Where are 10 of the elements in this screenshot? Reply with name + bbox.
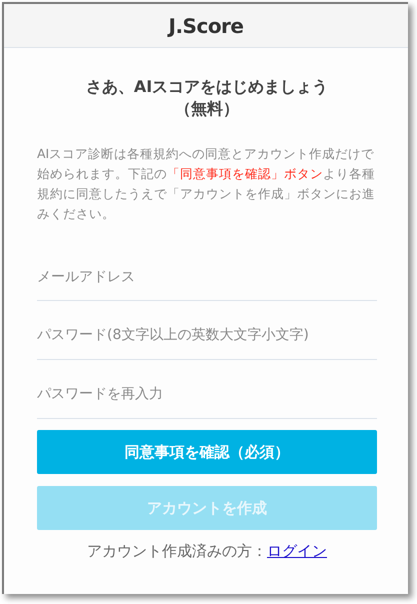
login-prompt: アカウント作成済みの方： xyxy=(87,542,267,561)
password-field[interactable]: パスワード(8文字以上の英数大文字小文字) xyxy=(37,301,377,360)
heading: さあ、AIスコアをはじめましょう xyxy=(86,76,328,98)
heading-subtitle: （無料） xyxy=(175,98,239,120)
email-field[interactable]: メールアドレス xyxy=(37,253,377,301)
password-field[interactable]: パスワードを再入力 xyxy=(37,360,377,419)
login-link[interactable]: ログイン xyxy=(267,542,327,561)
app-title: J.Score xyxy=(168,14,244,38)
confirm-terms-button[interactable]: 同意事項を確認（必須） xyxy=(37,430,377,474)
intro-text: AIスコア診断は各種規約への同意とアカウント作成だけで始められます。下記の「同意事項を確認」ボタン より各種規約に同意したうえで「アカウントを作成」ボタンにお進みください。 xyxy=(37,145,376,223)
